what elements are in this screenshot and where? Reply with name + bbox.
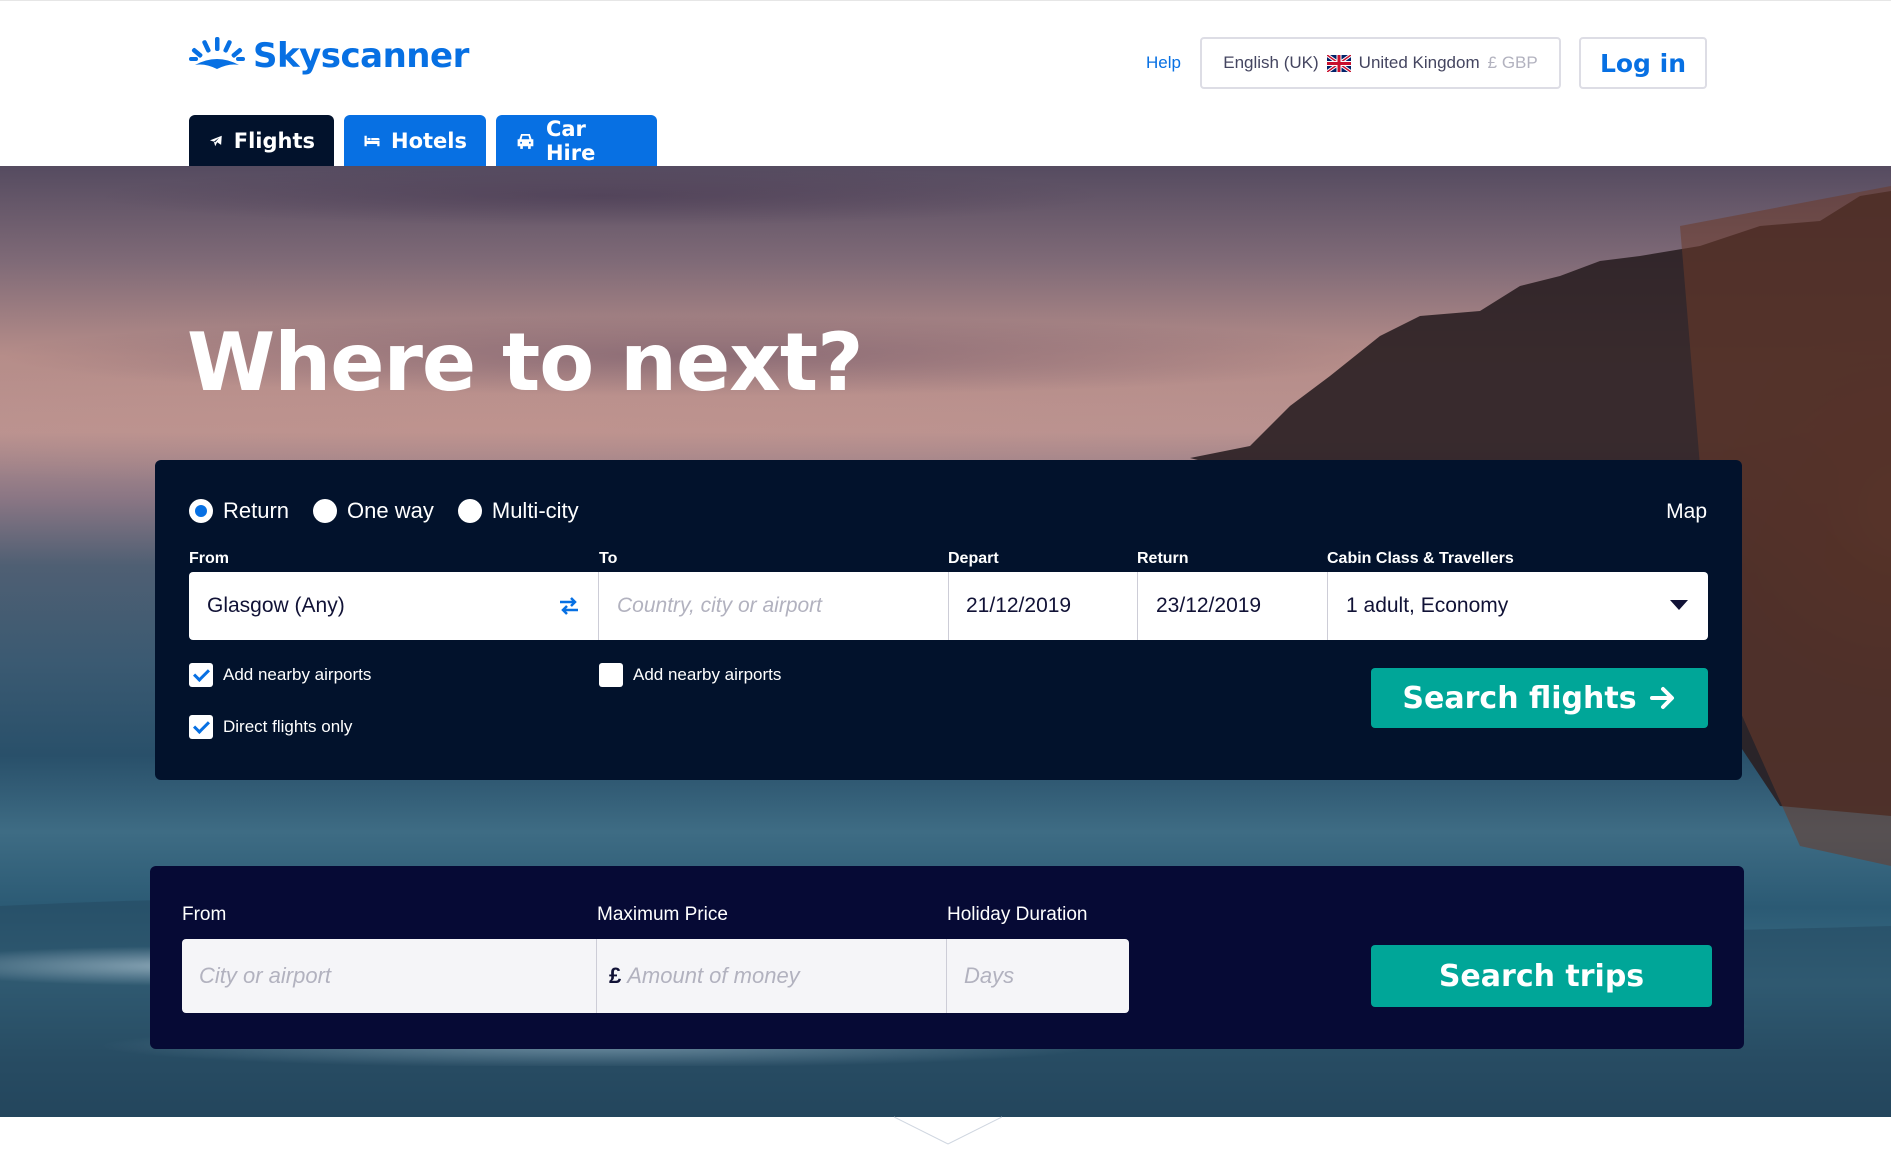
car-icon [517,134,534,149]
max-price-input[interactable]: £ Amount of money [597,939,947,1013]
from-value: Glasgow (Any) [207,594,345,617]
login-button[interactable]: Log in [1579,37,1707,89]
bed-icon [364,135,380,147]
trip-type-multi-city[interactable]: Multi-city [457,498,579,524]
holiday-duration-input[interactable]: Days [947,939,1129,1013]
trip-type-return-label: Return [223,498,290,523]
locale-selector-button[interactable]: English (UK) United Kingdom £ GBP [1200,37,1561,89]
uk-flag-icon [1326,54,1351,72]
search-flights-button[interactable]: Search flights [1371,668,1708,728]
trip-from-label: From [182,904,227,925]
cabin-label: Cabin Class & Travellers [1327,550,1514,567]
trip-type-one-way[interactable]: One way [313,498,434,524]
to-nearby-label: Add nearby airports [633,665,782,684]
radio-unchecked-icon [313,499,338,523]
return-label: Return [1137,550,1189,567]
map-link[interactable]: Map [1666,500,1707,524]
help-link[interactable]: Help [1146,53,1181,73]
to-label: To [599,550,618,567]
radio-checked-icon [189,499,213,523]
scroll-down-chevron-icon[interactable] [894,1114,1002,1146]
trip-from-placeholder: City or airport [199,963,332,988]
flight-fields-row: Glasgow (Any) Country, city or airport 2… [189,572,1708,640]
depart-date-input[interactable]: 21/12/2019 [949,572,1138,640]
trip-type-multi-city-label: Multi-city [491,498,579,523]
to-input[interactable]: Country, city or airport [599,572,949,640]
skyscanner-logo[interactable]: Skyscanner [189,35,469,77]
sunrise-logo-icon [189,37,245,69]
tab-flights-label: Flights [233,129,315,153]
radio-unchecked-icon [457,499,482,523]
trip-fields-row: City or airport £ Amount of money Days [182,939,1129,1013]
direct-flights-label: Direct flights only [223,717,353,736]
holiday-duration-label: Holiday Duration [947,904,1088,925]
flight-search-panel: Return One way Multi-city Map From To De… [155,460,1742,780]
arrow-right-icon [1649,687,1674,709]
direct-flights-checkbox[interactable]: Direct flights only [189,715,352,739]
checkbox-checked-icon [189,663,213,687]
to-nearby-checkbox[interactable]: Add nearby airports [599,663,781,687]
search-trips-button[interactable]: Search trips [1371,945,1712,1007]
hero-title: Where to next? [187,316,864,409]
max-price-placeholder: Amount of money [627,963,800,988]
tab-car-hire[interactable]: Car Hire [496,115,657,167]
depart-label: Depart [948,550,999,567]
checkbox-unchecked-icon [599,663,623,687]
currency-symbol: £ [609,963,622,988]
tab-car-hire-label: Car Hire [545,117,596,165]
product-tabs: Flights Hotels Car Hire [189,115,657,167]
tab-hotels[interactable]: Hotels [344,115,486,167]
trip-type-return[interactable]: Return [189,498,289,524]
site-header: Skyscanner Help English (UK) United King… [0,0,1891,167]
trip-search-panel: From Maximum Price Holiday Duration City… [150,866,1744,1049]
trip-type-one-way-label: One way [347,498,434,523]
return-date-input[interactable]: 23/12/2019 [1138,572,1328,640]
tab-hotels-label: Hotels [391,129,467,153]
from-nearby-checkbox[interactable]: Add nearby airports [189,663,371,687]
plane-icon [209,135,222,147]
from-input[interactable]: Glasgow (Any) [189,572,599,640]
language-label: English (UK) [1223,53,1319,72]
tab-flights[interactable]: Flights [189,115,334,167]
logo-wordmark: Skyscanner [253,36,469,76]
return-value: 23/12/2019 [1156,594,1262,617]
from-nearby-label: Add nearby airports [223,665,372,684]
depart-value: 21/12/2019 [966,594,1072,617]
cabin-value: 1 adult, Economy [1346,594,1509,617]
checkbox-checked-icon [189,715,213,739]
max-price-label: Maximum Price [597,904,728,925]
from-label: From [189,550,229,567]
holiday-duration-placeholder: Days [964,963,1015,988]
cabin-travellers-select[interactable]: 1 adult, Economy [1328,572,1708,640]
chevron-down-icon [1670,600,1688,610]
swap-icon[interactable] [558,596,580,616]
trip-from-input[interactable]: City or airport [182,939,597,1013]
search-flights-label: Search flights [1402,680,1637,716]
to-placeholder: Country, city or airport [617,594,823,617]
trip-type-group: Return One way Multi-city [189,498,579,524]
country-label: United Kingdom [1358,53,1480,72]
currency-label: £ GBP [1487,53,1538,72]
